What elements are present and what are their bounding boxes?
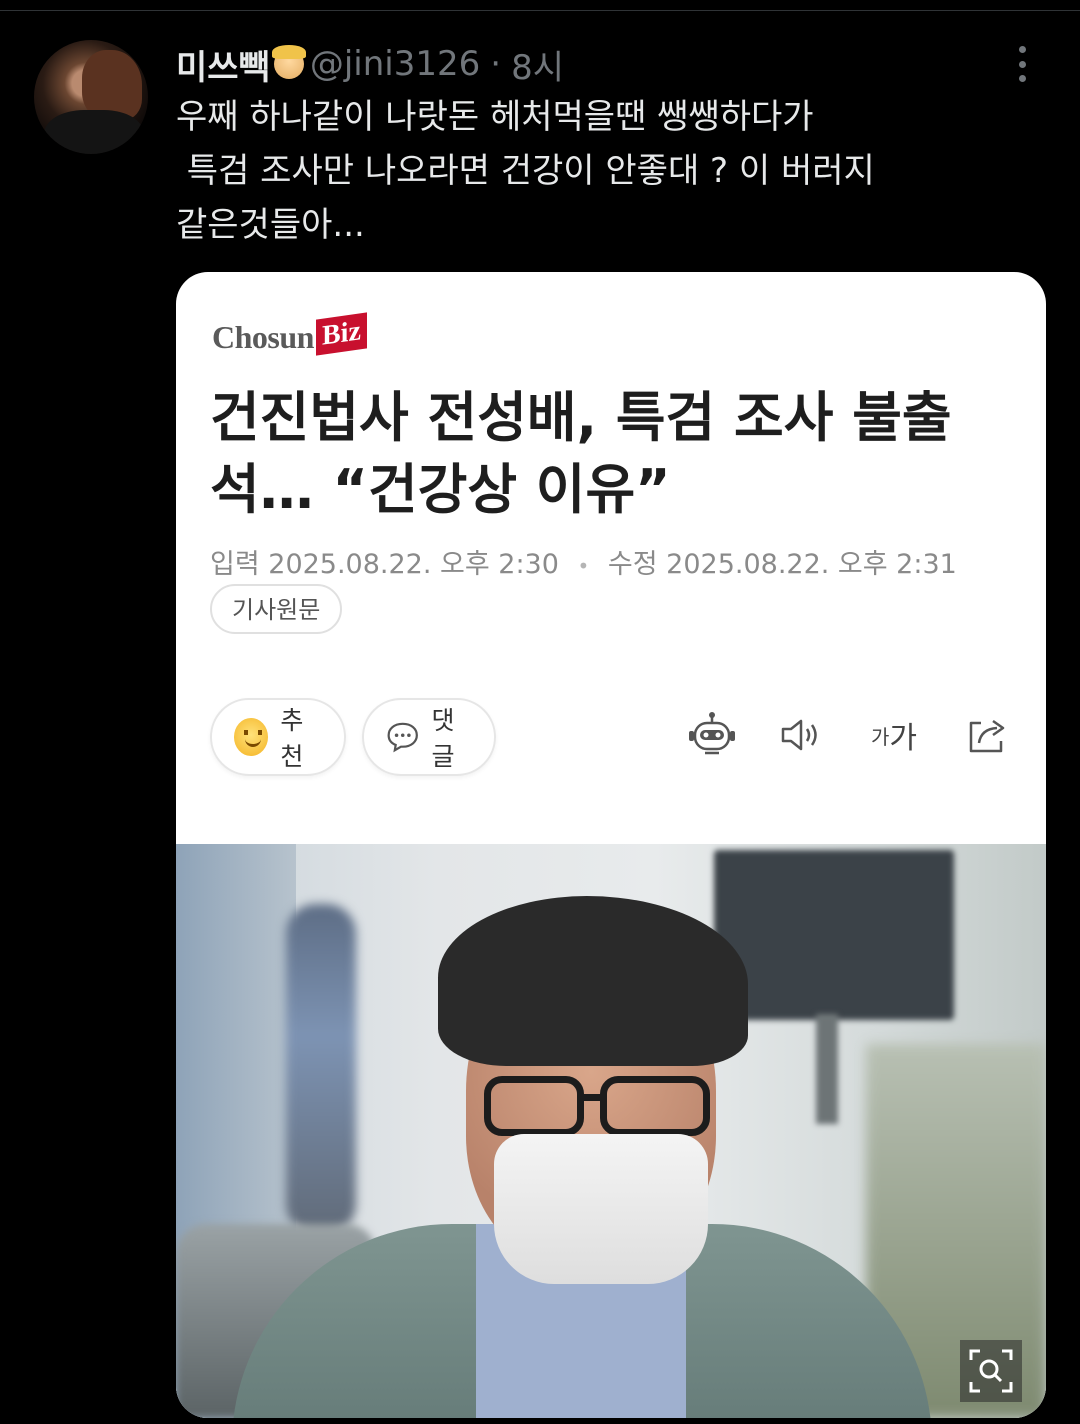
handle[interactable]: @jini3126: [310, 44, 480, 84]
photo-hair: [438, 896, 748, 1066]
more-dot: [1018, 75, 1026, 82]
zoom-icon: [969, 1349, 1013, 1393]
article-headline: 건진법사 전성배, 특검 조사 불출석… “건강상 이유”: [210, 382, 1010, 526]
header-separator: ·: [490, 44, 502, 84]
avatar-coat: [44, 110, 144, 154]
photo-glasses-left: [484, 1076, 584, 1136]
photo-glasses-right: [600, 1076, 710, 1136]
speech-bubble-icon: [387, 722, 418, 753]
input-date: 입력 2025.08.22. 오후 2:30: [210, 549, 559, 580]
comment-button[interactable]: 댓글: [362, 698, 496, 776]
audio-button[interactable]: [778, 710, 826, 760]
source-button[interactable]: 기사원문: [210, 584, 343, 634]
chosunbiz-logo: Chosun Biz: [212, 306, 367, 356]
more-vertical-icon[interactable]: [1010, 46, 1034, 82]
photo-person-blur: [286, 904, 356, 1234]
summary-button[interactable]: [686, 710, 738, 760]
photo-pole-blur: [816, 1014, 838, 1124]
headline-line: 석… “건강상 이유”: [210, 458, 671, 521]
font-size-large: 가: [889, 721, 917, 756]
like-label: 추천: [280, 706, 304, 771]
tweet-line: 특검 조사만 나오라면 건강이 안좋대 ? 이 버러지: [176, 151, 875, 191]
display-name[interactable]: 미쓰빽: [176, 40, 270, 89]
share-icon: [969, 719, 1005, 753]
smile-emoji-icon: [234, 718, 269, 756]
robot-icon: [689, 712, 735, 755]
edit-date: 수정 2025.08.22. 오후 2:31: [607, 549, 957, 580]
avatar[interactable]: [34, 40, 148, 154]
media-card[interactable]: Chosun Biz 건진법사 전성배, 특검 조사 불출석… “건강상 이유”…: [176, 272, 1046, 1418]
headline-line: 건진법사 전성배, 특검 조사 불출: [210, 386, 952, 449]
photo-sign-blur: [714, 850, 954, 1020]
facepalm-emoji-icon: [271, 45, 306, 79]
font-size-small: 가: [870, 724, 890, 749]
more-dot: [1018, 60, 1026, 68]
zoom-button[interactable]: [960, 1340, 1022, 1402]
logo-text: Chosun: [212, 319, 314, 355]
article-photo[interactable]: [176, 844, 1046, 1418]
speaker-icon: [781, 719, 817, 751]
article-dateline: 입력 2025.08.22. 오후 2:30 • 수정 2025.08.22. …: [210, 542, 957, 581]
font-size-button[interactable]: 가가: [866, 710, 922, 760]
like-button[interactable]: 추천: [210, 698, 346, 776]
tweet-text: 우째 하나같이 나랏돈 헤처먹을땐 쌩쌩하다가 특검 조사만 나오라면 건강이 …: [176, 90, 1016, 252]
timestamp[interactable]: 8시: [511, 40, 564, 89]
more-dot: [1018, 46, 1026, 53]
comment-label: 댓글: [431, 706, 455, 771]
logo-badge: Biz: [315, 312, 367, 356]
tweet-line: 우째 하나같이 나랏돈 헤처먹을땐 쌩쌩하다가: [176, 97, 814, 137]
photo-glasses-bridge: [578, 1094, 604, 1101]
tweet-line: 같은것들아...: [176, 205, 365, 245]
top-divider: [0, 10, 1080, 11]
photo-mask: [494, 1134, 708, 1284]
dateline-separator: •: [577, 554, 590, 578]
share-button[interactable]: [964, 710, 1010, 760]
tweet-header: 미쓰빽 @jini3126 · 8시: [176, 40, 564, 88]
